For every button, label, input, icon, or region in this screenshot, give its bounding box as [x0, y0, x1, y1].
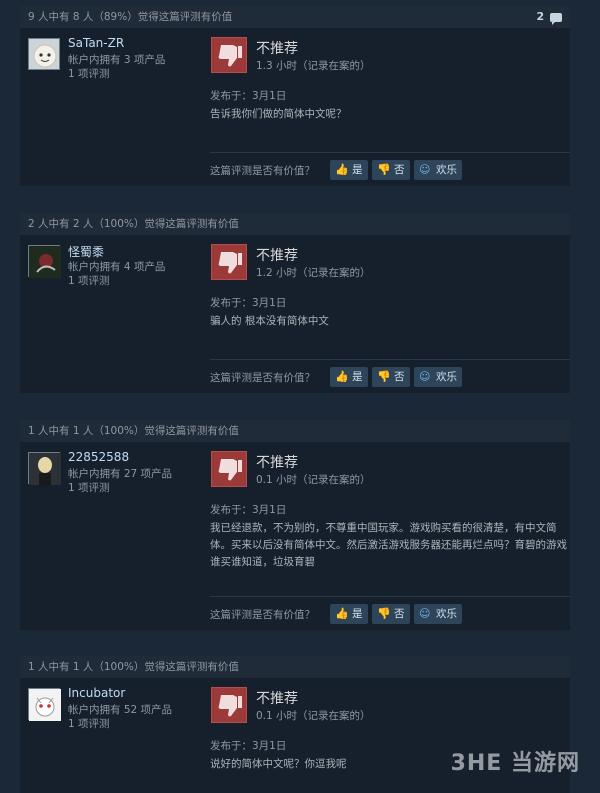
- hours-played: 0.1 小时（记录在案的）: [256, 710, 371, 722]
- posted-date-value: 3月1日: [252, 504, 287, 516]
- thumbs-up-icon: 👍: [335, 370, 349, 383]
- thumbs-down-icon: [211, 687, 247, 723]
- thumbs-down-icon: [211, 244, 247, 280]
- vote-no-button[interactable]: 👎 否: [372, 367, 410, 387]
- vote-no-label: 否: [394, 164, 405, 176]
- posted-prefix: 发布于：: [210, 90, 252, 102]
- author-games-owned[interactable]: 帐户内拥有 3 项产品: [68, 52, 165, 67]
- vote-yes-button[interactable]: 👍 是: [330, 160, 368, 180]
- comment-count[interactable]: 2: [536, 6, 562, 28]
- review-text: 骗人的 根本没有简体中文: [210, 315, 329, 327]
- vote-yes-button[interactable]: 👍 是: [330, 367, 368, 387]
- site-watermark: 3HE 当游网: [450, 751, 580, 776]
- thumbs-down-small-icon: 👎: [377, 607, 391, 620]
- avatar[interactable]: [28, 245, 61, 278]
- posted-date: 发布于：3月1日: [210, 88, 286, 103]
- thumbs-down-small-icon: 👎: [377, 370, 391, 383]
- author-games-owned[interactable]: 帐户内拥有 52 项产品: [68, 702, 172, 717]
- smiley-icon: ☺: [419, 163, 431, 176]
- thumbs-down-icon: [211, 451, 247, 487]
- vote-funny-button[interactable]: ☺ 欢乐: [414, 604, 462, 624]
- comment-count-value: 2: [536, 10, 545, 23]
- helpful-summary-text: 1 人中有 1 人（100%）觉得这篇评测有价值: [28, 425, 239, 437]
- helpful-summary-text: 2 人中有 2 人（100%）觉得这篇评测有价值: [28, 218, 239, 230]
- helpful-question: 这篇评测是否有价值？: [210, 609, 315, 621]
- vote-no-label: 否: [394, 608, 405, 620]
- posted-date: 发布于：3月1日: [210, 738, 286, 753]
- avatar[interactable]: [28, 688, 61, 721]
- smiley-icon: ☺: [419, 607, 431, 620]
- review-card: 1 人中有 1 人（100%）觉得这篇评测有价值 22852588 帐户内拥有 …: [20, 420, 570, 630]
- vote-funny-label: 欢乐: [436, 608, 457, 620]
- vote-yes-label: 是: [352, 608, 363, 620]
- thumbs-up-icon: 👍: [335, 607, 349, 620]
- review-text: 我已经退款，不为别的，不尊重中国玩家。游戏购买看的很清楚，有中文简体。买来以后没…: [210, 522, 567, 568]
- posted-date: 发布于：3月1日: [210, 295, 286, 310]
- thumbs-down-small-icon: 👎: [377, 163, 391, 176]
- thumbs-down-icon: [211, 37, 247, 73]
- divider: [210, 596, 570, 597]
- vote-funny-label: 欢乐: [436, 371, 457, 383]
- helpful-summary: 9 人中有 8 人（89%）觉得这篇评测有价值 2: [20, 6, 570, 28]
- review-card: 2 人中有 2 人（100%）觉得这篇评测有价值 怪蜀黍 帐户内拥有 4 项产品…: [20, 213, 570, 393]
- review-text: 告诉我你们做的简体中文呢？: [210, 108, 347, 120]
- posted-date-value: 3月1日: [252, 740, 287, 752]
- review-card: 9 人中有 8 人（89%）觉得这篇评测有价值 2 SaTan-ZR 帐户内拥有…: [20, 6, 570, 186]
- vote-no-button[interactable]: 👎 否: [372, 604, 410, 624]
- vote-no-label: 否: [394, 371, 405, 383]
- avatar[interactable]: [28, 452, 61, 485]
- comment-bubble-icon: [550, 12, 562, 25]
- posted-date: 发布于：3月1日: [210, 502, 286, 517]
- helpful-question: 这篇评测是否有价值？: [210, 165, 315, 177]
- divider: [210, 359, 570, 360]
- author-name[interactable]: SaTan-ZR: [68, 36, 124, 50]
- recommendation-label: 不推荐: [256, 455, 298, 471]
- vote-yes-button[interactable]: 👍 是: [330, 604, 368, 624]
- vote-funny-button[interactable]: ☺ 欢乐: [414, 160, 462, 180]
- hours-played: 1.2 小时（记录在案的）: [256, 267, 371, 279]
- helpful-summary-text: 1 人中有 1 人（100%）觉得这篇评测有价值: [28, 661, 239, 673]
- author-name[interactable]: Incubator: [68, 686, 125, 700]
- avatar[interactable]: [28, 38, 60, 70]
- recommendation-label: 不推荐: [256, 691, 298, 707]
- helpful-summary: 1 人中有 1 人（100%）觉得这篇评测有价值: [20, 656, 570, 678]
- hours-played: 0.1 小时（记录在案的）: [256, 474, 371, 486]
- divider: [210, 152, 570, 153]
- vote-funny-label: 欢乐: [436, 164, 457, 176]
- helpful-question: 这篇评测是否有价值？: [210, 372, 315, 384]
- posted-prefix: 发布于：: [210, 504, 252, 516]
- posted-date-value: 3月1日: [252, 297, 287, 309]
- vote-yes-label: 是: [352, 164, 363, 176]
- author-review-count[interactable]: 1 项评测: [68, 66, 110, 81]
- author-games-owned[interactable]: 帐户内拥有 27 项产品: [68, 466, 172, 481]
- posted-date-value: 3月1日: [252, 90, 287, 102]
- helpful-summary-text: 9 人中有 8 人（89%）觉得这篇评测有价值: [28, 11, 233, 23]
- recommendation-label: 不推荐: [256, 248, 298, 264]
- vote-funny-button[interactable]: ☺ 欢乐: [414, 367, 462, 387]
- recommendation-label: 不推荐: [256, 41, 298, 57]
- author-review-count[interactable]: 1 项评测: [68, 480, 110, 495]
- vote-no-button[interactable]: 👎 否: [372, 160, 410, 180]
- smiley-icon: ☺: [419, 370, 431, 383]
- author-games-owned[interactable]: 帐户内拥有 4 项产品: [68, 259, 165, 274]
- author-name[interactable]: 怪蜀黍: [68, 243, 104, 260]
- posted-prefix: 发布于：: [210, 740, 252, 752]
- vote-yes-label: 是: [352, 371, 363, 383]
- helpful-summary: 1 人中有 1 人（100%）觉得这篇评测有价值: [20, 420, 570, 442]
- helpful-summary: 2 人中有 2 人（100%）觉得这篇评测有价值: [20, 213, 570, 235]
- author-review-count[interactable]: 1 项评测: [68, 716, 110, 731]
- author-name[interactable]: 22852588: [68, 450, 129, 464]
- author-review-count[interactable]: 1 项评测: [68, 273, 110, 288]
- hours-played: 1.3 小时（记录在案的）: [256, 60, 371, 72]
- posted-prefix: 发布于：: [210, 297, 252, 309]
- thumbs-up-icon: 👍: [335, 163, 349, 176]
